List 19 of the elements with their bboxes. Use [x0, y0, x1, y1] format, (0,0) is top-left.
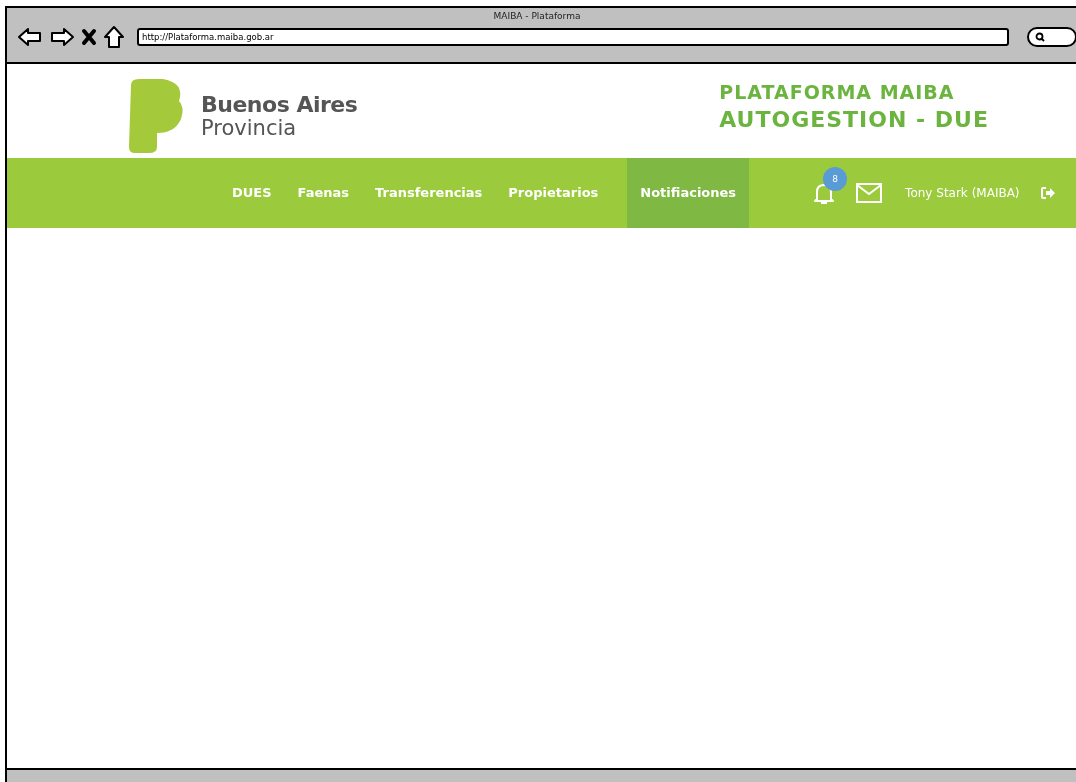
- nav-tab[interactable]: Faenas: [284, 158, 363, 228]
- brand-subtitle: Provincia: [201, 117, 298, 139]
- address-field[interactable]: http://Plataforma.maiba.gob.ar: [137, 28, 1009, 46]
- back-icon[interactable]: [17, 26, 43, 48]
- home-icon[interactable]: [103, 25, 125, 49]
- nav-tab[interactable]: Propietarios: [495, 158, 612, 228]
- notification-badge: 8: [823, 167, 848, 191]
- nav-tab[interactable]: Notifiaciones: [627, 158, 750, 228]
- nav-tab[interactable]: DUES: [219, 158, 285, 228]
- nav-tab[interactable]: Transferencias: [362, 158, 496, 228]
- platform-title: PLATAFORMA MAIBA: [719, 80, 956, 103]
- search-field[interactable]: [1027, 27, 1076, 47]
- search-icon: [1035, 32, 1045, 42]
- platform-subtitle: AUTOGESTION - DUE: [719, 106, 989, 132]
- forward-icon[interactable]: [49, 26, 75, 48]
- window-title: MAIBA - Plataforma: [492, 10, 582, 21]
- close-icon[interactable]: [81, 28, 97, 46]
- user-name[interactable]: Tony Stark (MAIBA): [905, 186, 1020, 200]
- brand-name: Buenos Aires: [201, 93, 358, 117]
